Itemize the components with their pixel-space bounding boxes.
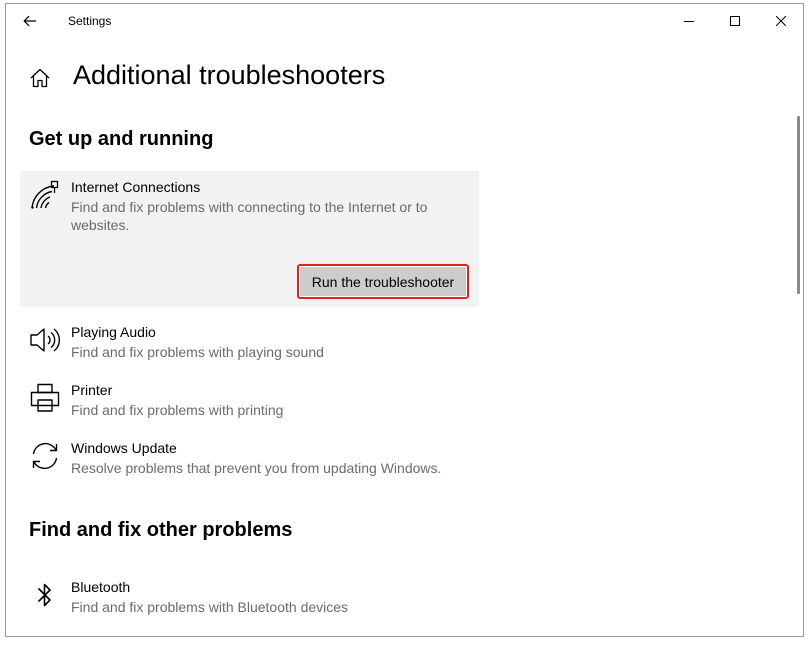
refresh-icon: [32, 442, 58, 470]
title-bar: Settings: [6, 4, 803, 37]
run-troubleshooter-button[interactable]: Run the troubleshooter: [297, 264, 469, 299]
troubleshooter-playing-audio[interactable]: Playing Audio Find and fix problems with…: [20, 316, 479, 368]
close-button[interactable]: [758, 8, 803, 34]
item-description: Find and fix problems with playing sound: [71, 344, 324, 360]
scrollbar[interactable]: [797, 116, 800, 294]
back-arrow-icon: [23, 15, 36, 27]
wifi-icon: [31, 180, 59, 209]
item-name: Windows Update: [71, 440, 177, 456]
bluetooth-icon: [37, 583, 51, 607]
item-description: Find and fix problems with Bluetooth dev…: [71, 599, 349, 615]
item-description: Find and fix problems with connecting to…: [71, 199, 428, 233]
maximize-button[interactable]: [712, 8, 758, 34]
item-name: Playing Audio: [71, 324, 156, 340]
printer-icon: [30, 383, 60, 412]
troubleshooter-windows-update[interactable]: Windows Update Resolve problems that pre…: [20, 432, 479, 484]
page-title: Additional troubleshooters: [73, 60, 386, 90]
close-icon: [776, 16, 786, 26]
minimize-button[interactable]: [666, 8, 712, 34]
speaker-icon: [30, 328, 60, 352]
section-title-find-and-fix-other-problems: Find and fix other problems: [29, 519, 293, 541]
home-icon[interactable]: [29, 67, 51, 89]
minimize-icon: [684, 21, 694, 22]
section-title-get-up-and-running: Get up and running: [29, 128, 214, 150]
item-description: Find and fix problems with printing: [71, 402, 284, 418]
item-name: Bluetooth: [71, 579, 131, 595]
run-troubleshooter-label: Run the troubleshooter: [300, 267, 466, 296]
troubleshooter-internet-connections[interactable]: Internet Connections Find and fix proble…: [20, 171, 479, 307]
app-title: Settings: [68, 14, 112, 28]
maximize-icon: [730, 16, 740, 26]
troubleshooter-bluetooth[interactable]: Bluetooth Find and fix problems with Blu…: [20, 571, 479, 623]
item-name: Internet Connections: [71, 179, 201, 195]
back-button[interactable]: [18, 10, 42, 32]
item-description: Resolve problems that prevent you from u…: [71, 460, 442, 476]
item-name: Printer: [71, 382, 113, 398]
settings-window: Settings Additional troubleshooters Get …: [5, 3, 804, 637]
troubleshooter-printer[interactable]: Printer Find and fix problems with print…: [20, 374, 479, 426]
